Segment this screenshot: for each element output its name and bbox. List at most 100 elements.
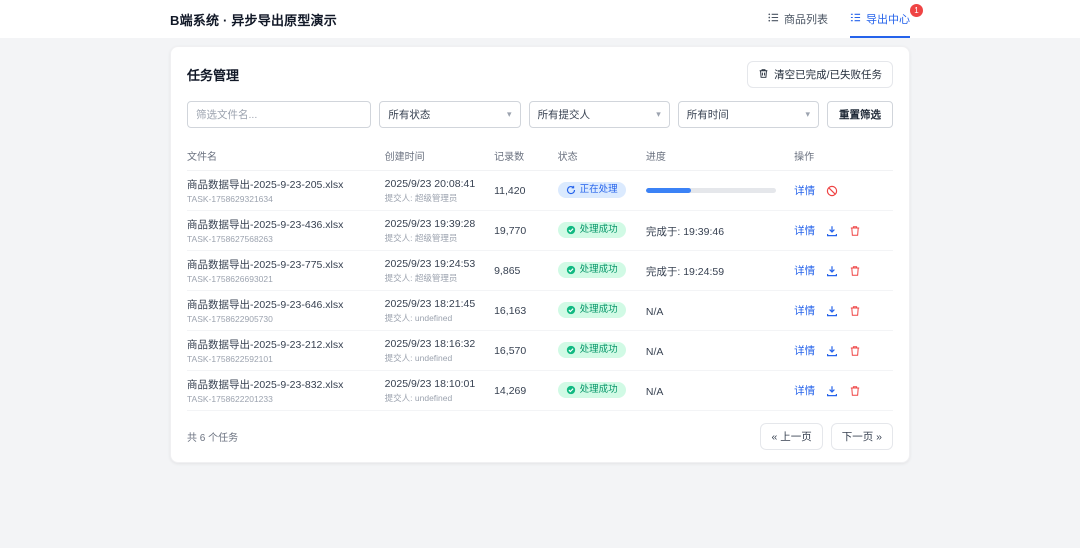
delete-icon[interactable] — [849, 385, 861, 397]
submitter: 提交人: undefined — [385, 312, 494, 324]
status-badge: 处理成功 — [558, 222, 626, 238]
created-time: 2025/9/23 20:08:41 — [385, 178, 494, 190]
file-name: 商品数据导出-2025-9-23-646.xlsx — [187, 297, 385, 312]
created-time: 2025/9/23 18:16:32 — [385, 338, 494, 350]
download-icon[interactable] — [826, 345, 838, 357]
submitter: 提交人: 超级管理员 — [385, 192, 494, 204]
status-label: 处理成功 — [580, 305, 618, 315]
record-count: 16,163 — [494, 305, 558, 317]
download-icon[interactable] — [826, 265, 838, 277]
status-badge: 正在处理 — [558, 182, 626, 198]
nav-label: 商品列表 — [784, 11, 828, 27]
cancel-icon[interactable] — [826, 185, 838, 197]
detail-link[interactable]: 详情 — [794, 263, 815, 278]
status-select-value: 所有状态 — [388, 107, 430, 122]
filter-bar: 所有状态 ▾ 所有提交人 ▾ 所有时间 ▾ 重置筛选 — [187, 101, 893, 128]
status-label: 处理成功 — [580, 385, 618, 395]
detail-link[interactable]: 详情 — [794, 343, 815, 358]
download-icon[interactable] — [826, 225, 838, 237]
col-header-created: 创建时间 — [385, 148, 494, 163]
check-circle-icon — [566, 345, 576, 355]
time-select[interactable]: 所有时间 ▾ — [678, 101, 819, 128]
chevron-down-icon: ▾ — [507, 109, 512, 120]
refresh-icon — [566, 185, 576, 195]
task-id: TASK-1758626693021 — [187, 274, 385, 284]
task-id: TASK-1758629321634 — [187, 194, 385, 204]
progress-text: N/A — [646, 386, 664, 398]
record-count: 16,570 — [494, 345, 558, 357]
clear-tasks-label: 清空已完成/已失败任务 — [774, 67, 882, 82]
col-header-status: 状态 — [558, 148, 646, 163]
status-badge: 处理成功 — [558, 302, 626, 318]
detail-link[interactable]: 详情 — [794, 183, 815, 198]
nav-label: 导出中心 — [866, 11, 910, 27]
trash-icon — [758, 68, 769, 82]
nav-item-product-list[interactable]: 商品列表 — [768, 0, 828, 38]
file-name: 商品数据导出-2025-9-23-775.xlsx — [187, 257, 385, 272]
task-id: TASK-1758622201233 — [187, 394, 385, 404]
submitter-select[interactable]: 所有提交人 ▾ — [529, 101, 670, 128]
col-header-filename: 文件名 — [187, 148, 385, 163]
submitter: 提交人: 超级管理员 — [385, 272, 494, 284]
detail-link[interactable]: 详情 — [794, 383, 815, 398]
chevron-down-icon: ▾ — [805, 109, 810, 120]
clear-tasks-button[interactable]: 清空已完成/已失败任务 — [747, 61, 893, 88]
table-row: 商品数据导出-2025-9-23-775.xlsx TASK-175862669… — [187, 251, 893, 291]
submitter-select-value: 所有提交人 — [538, 107, 591, 122]
nav-item-export-center[interactable]: 导出中心 1 — [850, 0, 910, 38]
table-row: 商品数据导出-2025-9-23-646.xlsx TASK-175862290… — [187, 291, 893, 331]
notification-badge: 1 — [910, 4, 923, 17]
status-label: 处理成功 — [580, 345, 618, 355]
task-manager-panel: 任务管理 清空已完成/已失败任务 所有状态 ▾ 所有提交人 ▾ 所有时间 ▾ — [170, 46, 910, 463]
delete-icon[interactable] — [849, 345, 861, 357]
status-badge: 处理成功 — [558, 342, 626, 358]
panel-title: 任务管理 — [187, 65, 239, 84]
submitter: 提交人: undefined — [385, 352, 494, 364]
status-select[interactable]: 所有状态 ▾ — [379, 101, 520, 128]
task-id: TASK-1758622905730 — [187, 314, 385, 324]
check-circle-icon — [566, 225, 576, 235]
download-icon[interactable] — [826, 305, 838, 317]
reset-filters-button[interactable]: 重置筛选 — [827, 101, 893, 128]
table-row: 商品数据导出-2025-9-23-212.xlsx TASK-175862259… — [187, 331, 893, 371]
submitter: 提交人: 超级管理员 — [385, 232, 494, 244]
topbar: B端系统 · 异步导出原型演示 商品列表 导出中心 1 — [0, 0, 1080, 38]
status-badge: 处理成功 — [558, 262, 626, 278]
table-row: 商品数据导出-2025-9-23-436.xlsx TASK-175862756… — [187, 211, 893, 251]
table-row: 商品数据导出-2025-9-23-832.xlsx TASK-175862220… — [187, 371, 893, 411]
file-name: 商品数据导出-2025-9-23-832.xlsx — [187, 377, 385, 392]
delete-icon[interactable] — [849, 305, 861, 317]
created-time: 2025/9/23 18:10:01 — [385, 378, 494, 390]
detail-link[interactable]: 详情 — [794, 223, 815, 238]
table-row: 商品数据导出-2025-9-23-205.xlsx TASK-175862932… — [187, 171, 893, 211]
file-name: 商品数据导出-2025-9-23-436.xlsx — [187, 217, 385, 232]
chevron-down-icon: ▾ — [656, 109, 661, 120]
prev-page-button[interactable]: « 上一页 — [760, 423, 822, 450]
created-time: 2025/9/23 19:39:28 — [385, 218, 494, 230]
delete-icon[interactable] — [849, 265, 861, 277]
task-id: TASK-1758622592101 — [187, 354, 385, 364]
task-total-label: 共 6 个任务 — [187, 429, 238, 444]
delete-icon[interactable] — [849, 225, 861, 237]
list-icon — [768, 12, 779, 26]
download-icon[interactable] — [826, 385, 838, 397]
created-time: 2025/9/23 18:21:45 — [385, 298, 494, 310]
progress-text: 完成于: 19:39:46 — [646, 226, 724, 238]
task-table-body: 商品数据导出-2025-9-23-205.xlsx TASK-175862932… — [187, 171, 893, 411]
status-badge: 处理成功 — [558, 382, 626, 398]
status-label: 处理成功 — [580, 225, 618, 235]
record-count: 9,865 — [494, 265, 558, 277]
submitter: 提交人: undefined — [385, 392, 494, 404]
detail-link[interactable]: 详情 — [794, 303, 815, 318]
record-count: 19,770 — [494, 225, 558, 237]
file-name: 商品数据导出-2025-9-23-212.xlsx — [187, 337, 385, 352]
progress-text: N/A — [646, 306, 664, 318]
file-name: 商品数据导出-2025-9-23-205.xlsx — [187, 177, 385, 192]
created-time: 2025/9/23 19:24:53 — [385, 258, 494, 270]
task-id: TASK-1758627568263 — [187, 234, 385, 244]
progress-bar — [646, 188, 776, 193]
next-page-button[interactable]: 下一页 » — [831, 423, 893, 450]
status-label: 正在处理 — [580, 185, 618, 195]
check-circle-icon — [566, 385, 576, 395]
filename-filter-input[interactable] — [187, 101, 371, 128]
